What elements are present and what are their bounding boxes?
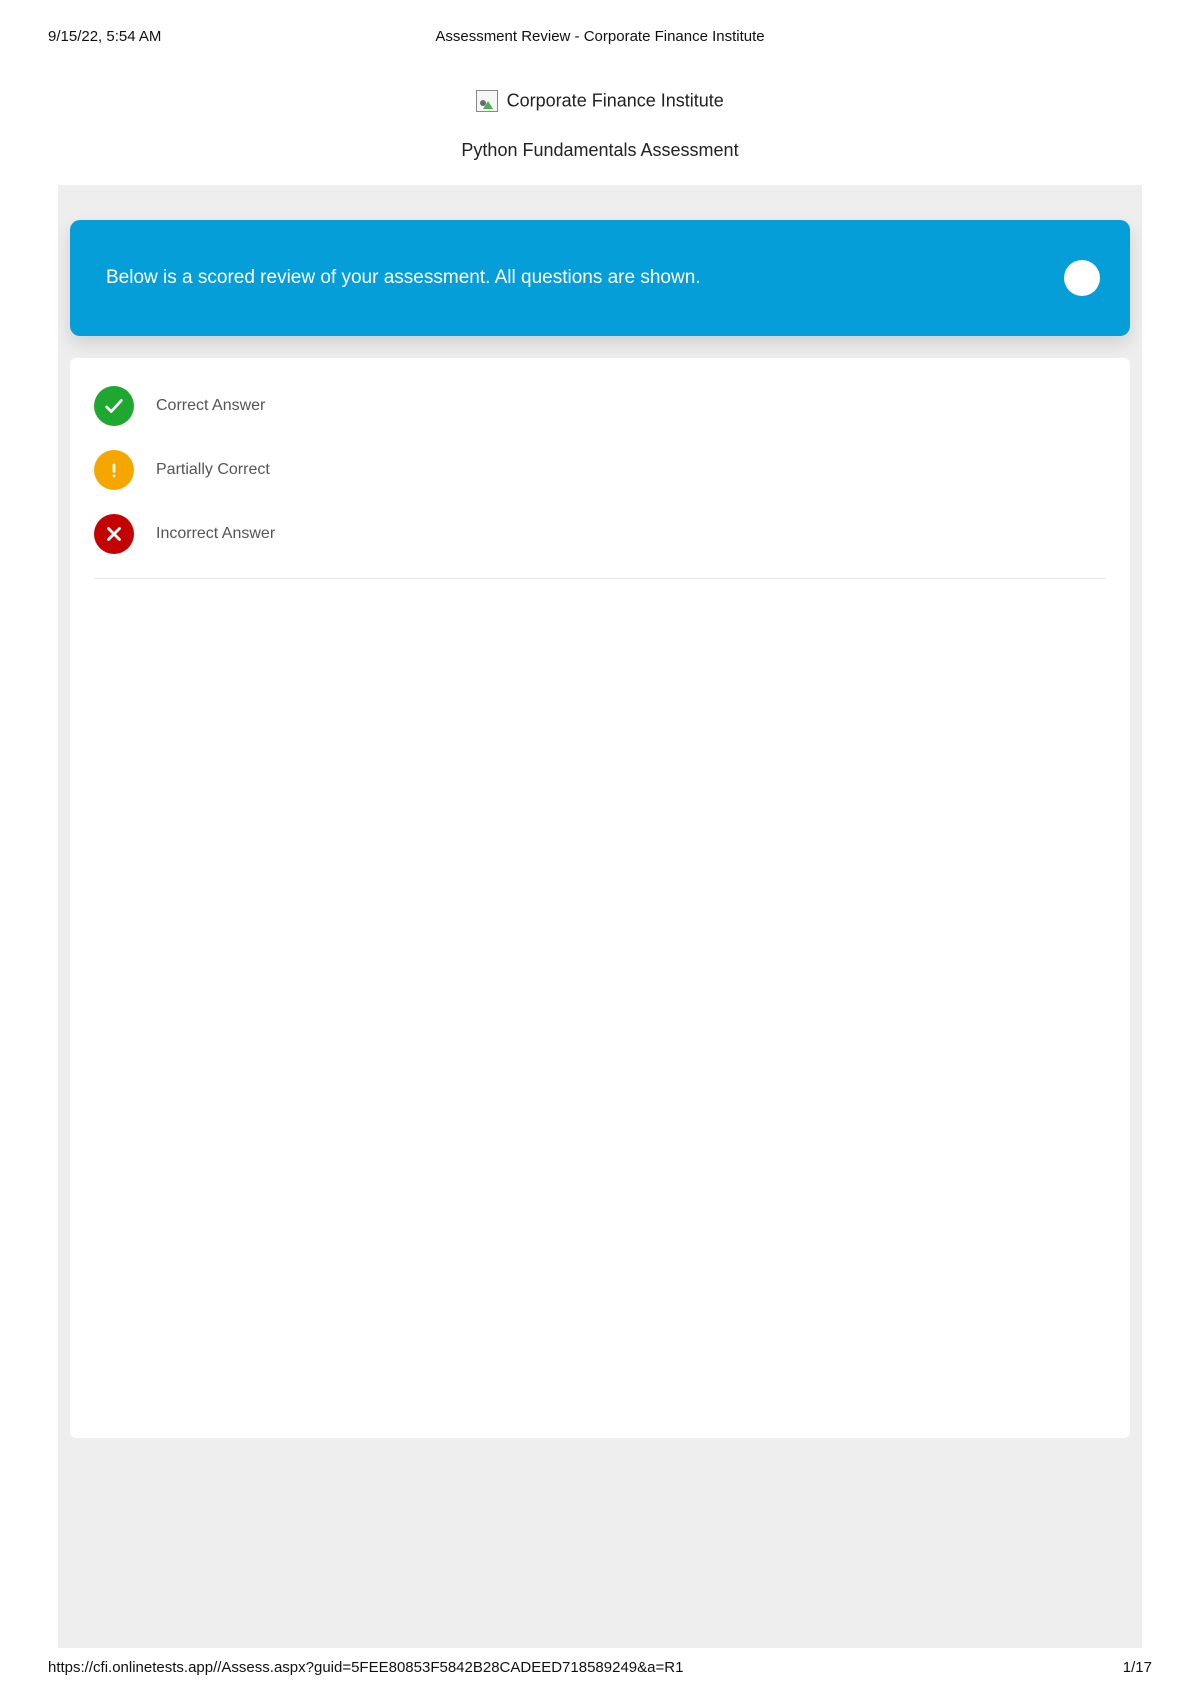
content-area: Below is a scored review of your assessm… <box>58 185 1142 1648</box>
assessment-title: Python Fundamentals Assessment <box>0 140 1200 161</box>
logo-alt-text: Corporate Finance Institute <box>507 91 724 111</box>
review-banner: Below is a scored review of your assessm… <box>70 220 1130 336</box>
print-url: https://cfi.onlinetests.app//Assess.aspx… <box>48 1659 683 1676</box>
legend-item-partial: Partially Correct <box>94 450 1106 490</box>
page-root: 9/15/22, 5:54 AM Assessment Review - Cor… <box>0 0 1200 1698</box>
legend: Correct Answer Partially Correct Incorre… <box>94 386 1106 554</box>
legend-label: Partially Correct <box>156 461 270 479</box>
print-timestamp: 9/15/22, 5:54 AM <box>48 28 161 45</box>
logo-row: Corporate Finance Institute <box>0 90 1200 112</box>
broken-image-icon <box>476 90 498 112</box>
review-card: Correct Answer Partially Correct Incorre… <box>70 358 1130 1438</box>
exclamation-icon <box>94 450 134 490</box>
print-page-number: 1/17 <box>1123 1659 1152 1676</box>
divider <box>94 578 1106 579</box>
cross-icon <box>94 514 134 554</box>
print-header: 9/15/22, 5:54 AM Assessment Review - Cor… <box>48 28 1152 45</box>
legend-item-incorrect: Incorrect Answer <box>94 514 1106 554</box>
print-doc-title: Assessment Review - Corporate Finance In… <box>435 28 764 45</box>
check-icon <box>94 386 134 426</box>
review-banner-text: Below is a scored review of your assessm… <box>106 267 701 289</box>
legend-label: Correct Answer <box>156 397 265 415</box>
score-chip <box>1064 260 1100 296</box>
legend-label: Incorrect Answer <box>156 525 275 543</box>
print-footer: https://cfi.onlinetests.app//Assess.aspx… <box>48 1659 1152 1676</box>
legend-item-correct: Correct Answer <box>94 386 1106 426</box>
